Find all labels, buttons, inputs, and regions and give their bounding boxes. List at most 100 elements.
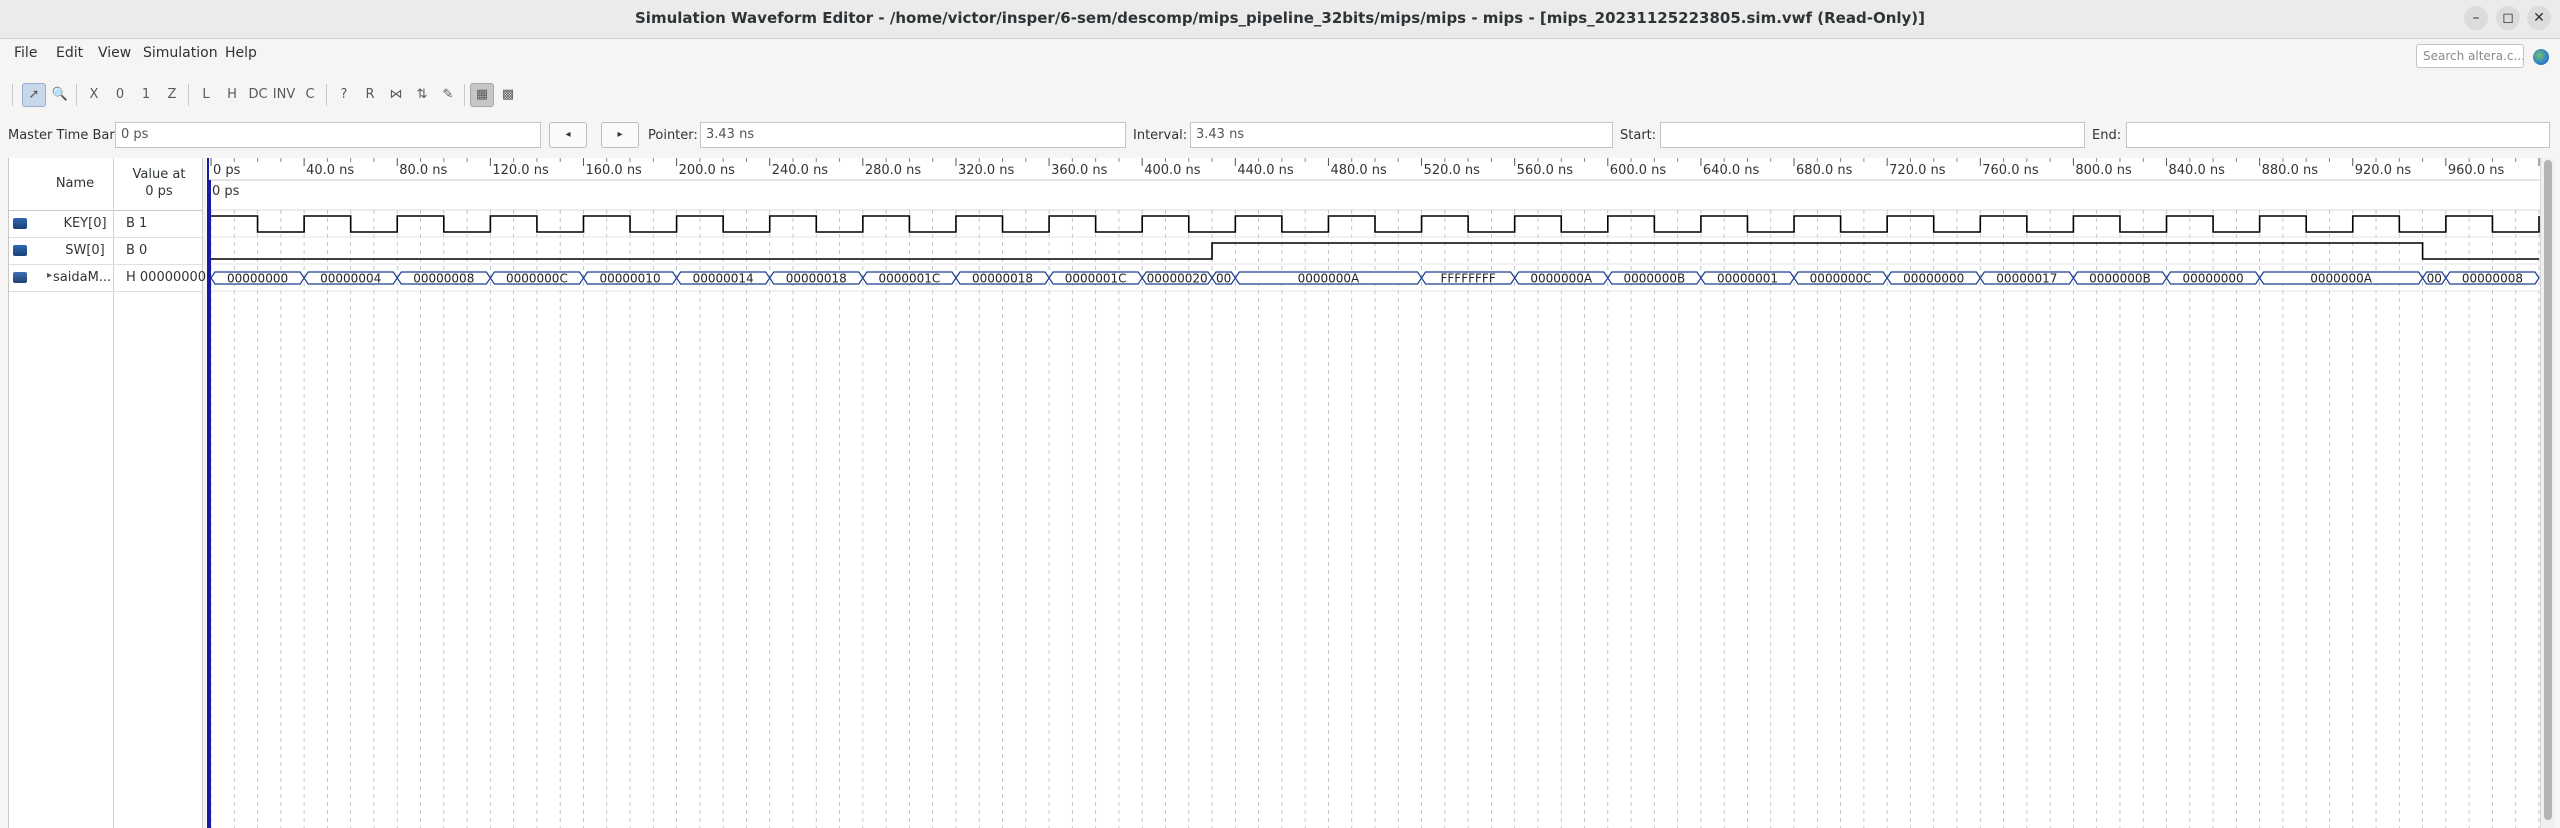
- scrollbar-thumb[interactable]: [2544, 160, 2552, 820]
- bus-value-label: 00000004: [320, 272, 381, 286]
- end-field[interactable]: [2126, 122, 2550, 148]
- pointer-field[interactable]: 3.43 ns: [700, 122, 1126, 148]
- value-column-header[interactable]: Value at 0 ps: [117, 166, 201, 200]
- count-value-icon[interactable]: C: [298, 83, 322, 107]
- signal-row[interactable]: KEY[0] B 1: [9, 210, 202, 238]
- bus-value-label: FFFFFFFF: [1441, 272, 1496, 286]
- start-label: Start:: [1620, 128, 1657, 143]
- bus-value-label: 0000000B: [1624, 272, 1686, 286]
- timing-sim-icon[interactable]: ▩: [496, 83, 520, 107]
- waveform-pane[interactable]: 0 ps 40.0 ns 80.0 ns 120.0 ns 160.0 ns 200.0 …: [207, 158, 2542, 828]
- toolbar-separator: [12, 84, 13, 106]
- interval-label: Interval:: [1133, 128, 1188, 143]
- bus-value-label: 00000001: [1717, 272, 1778, 286]
- time-field-bar: Master Time Bar: 0 ps ◂ ▸ Pointer: 3.43 …: [0, 119, 2560, 151]
- master-time-bar-label: Master Time Bar:: [8, 128, 119, 143]
- minimize-button[interactable]: –: [2464, 6, 2488, 30]
- edit-icon[interactable]: ✎: [436, 83, 460, 107]
- window-title: Simulation Waveform Editor - /home/victo…: [635, 9, 1925, 27]
- bus-value-label: 00000017: [1996, 272, 2057, 286]
- weak-high-icon[interactable]: H: [220, 83, 244, 107]
- interval-field[interactable]: 3.43 ns: [1190, 122, 1613, 148]
- bus-value-label: 00000014: [693, 272, 754, 286]
- pointer-label: Pointer:: [648, 128, 698, 143]
- bus-value-label: 00000008: [2462, 272, 2523, 286]
- selection-tool-icon[interactable]: ➚: [22, 83, 46, 107]
- ruler-tick-label: 800.0 ns: [2075, 163, 2132, 178]
- snap-to-grid-icon[interactable]: ⋈: [384, 83, 408, 107]
- waveform-canvas[interactable]: 0 ps 40.0 ns 80.0 ns 120.0 ns 160.0 ns 200.0 …: [209, 158, 2542, 828]
- random-value-icon[interactable]: R: [358, 83, 382, 107]
- menu-bar: File Edit View Simulation Help: [0, 39, 2560, 69]
- bus-value-label: 0000000B: [2089, 272, 2151, 286]
- ruler-tick-label: 160.0 ns: [585, 163, 642, 178]
- end-label: End:: [2092, 128, 2122, 143]
- master-time-bar-field[interactable]: 0 ps: [115, 122, 541, 148]
- output-pin-icon: [13, 272, 27, 283]
- cursor-time-label: 0 ps: [212, 184, 240, 199]
- bus-value-label: 0000001C: [1065, 272, 1127, 286]
- weak-low-icon[interactable]: L: [194, 83, 218, 107]
- signal-list-header: Name Value at 0 ps: [9, 158, 202, 211]
- ruler-tick-label: 400.0 ns: [1144, 163, 1201, 178]
- vertical-scrollbar[interactable]: [2540, 158, 2555, 828]
- bus-value-label: 0000000A: [1530, 272, 1592, 286]
- signal-row[interactable]: SW[0] B 0: [9, 237, 202, 265]
- dont-care-icon[interactable]: DC: [246, 83, 270, 107]
- ruler-tick-label: 640.0 ns: [1703, 163, 1760, 178]
- menu-file[interactable]: File: [14, 45, 37, 61]
- menu-view[interactable]: View: [98, 45, 131, 61]
- next-transition-button[interactable]: ▸: [601, 122, 639, 148]
- previous-transition-button[interactable]: ◂: [549, 122, 587, 148]
- force-low-icon[interactable]: 0: [108, 83, 132, 107]
- bus-value-label: 00: [1216, 272, 1231, 286]
- maximize-button[interactable]: ◻: [2496, 6, 2520, 30]
- toolbar-separator: [76, 84, 77, 106]
- bus-value-label: 0000000A: [2310, 272, 2372, 286]
- menu-edit[interactable]: Edit: [56, 45, 83, 61]
- bus-value-label: 00000020: [1147, 272, 1208, 286]
- menu-help[interactable]: Help: [225, 45, 257, 61]
- sort-icon[interactable]: ⇅: [410, 83, 434, 107]
- globe-icon[interactable]: [2533, 49, 2549, 65]
- search-input[interactable]: Search altera.c...: [2416, 44, 2524, 68]
- ruler-tick-label: 40.0 ns: [306, 163, 354, 178]
- ruler-tick-label: 760.0 ns: [1982, 163, 2039, 178]
- bus-value-label: 00000010: [600, 272, 661, 286]
- zoom-tool-icon[interactable]: 🔍: [48, 83, 72, 107]
- ruler-tick-label: 680.0 ns: [1796, 163, 1853, 178]
- close-button[interactable]: ✕: [2527, 6, 2551, 30]
- start-field[interactable]: [1660, 122, 2085, 148]
- ruler-tick-label: 360.0 ns: [1051, 163, 1108, 178]
- ruler-tick-label: 0 ps: [213, 163, 241, 178]
- signal-value: B 0: [126, 243, 148, 258]
- ruler-tick-label: 920.0 ns: [2355, 163, 2412, 178]
- ruler-tick-label: 280.0 ns: [865, 163, 922, 178]
- signal-value: B 1: [126, 216, 148, 231]
- ruler-tick-label: 80.0 ns: [399, 163, 447, 178]
- high-impedance-icon[interactable]: Z: [160, 83, 184, 107]
- signal-row[interactable]: ▸ saidaM... H 00000000: [9, 264, 206, 292]
- signal-name: SW[0]: [65, 243, 105, 258]
- bus-value-label: 0000000C: [506, 272, 568, 286]
- bus-value-label: 00000000: [1903, 272, 1964, 286]
- force-high-icon[interactable]: 1: [134, 83, 158, 107]
- ruler-tick-label: 440.0 ns: [1237, 163, 1294, 178]
- ruler-tick-label: 120.0 ns: [492, 163, 549, 178]
- menu-simulation[interactable]: Simulation: [143, 45, 218, 61]
- window-titlebar: Simulation Waveform Editor - /home/victo…: [0, 0, 2560, 39]
- bus-value-label: 00: [2427, 272, 2442, 286]
- toolbar-separator: [326, 84, 327, 106]
- input-pin-icon: [13, 218, 27, 229]
- bus-value-label: 00000000: [2183, 272, 2244, 286]
- ruler-tick-label: 880.0 ns: [2262, 163, 2319, 178]
- expand-arrow-icon[interactable]: ▸: [47, 270, 52, 281]
- toolbar-separator: [464, 84, 465, 106]
- ruler-tick-label: 240.0 ns: [772, 163, 829, 178]
- functional-sim-icon[interactable]: ▦: [470, 83, 494, 107]
- overwrite-clock-icon[interactable]: ?: [332, 83, 356, 107]
- ruler-tick-label: 320.0 ns: [958, 163, 1015, 178]
- force-unknown-icon[interactable]: X: [82, 83, 106, 107]
- ruler-tick-label: 520.0 ns: [1424, 163, 1481, 178]
- invert-icon[interactable]: INV: [272, 83, 296, 107]
